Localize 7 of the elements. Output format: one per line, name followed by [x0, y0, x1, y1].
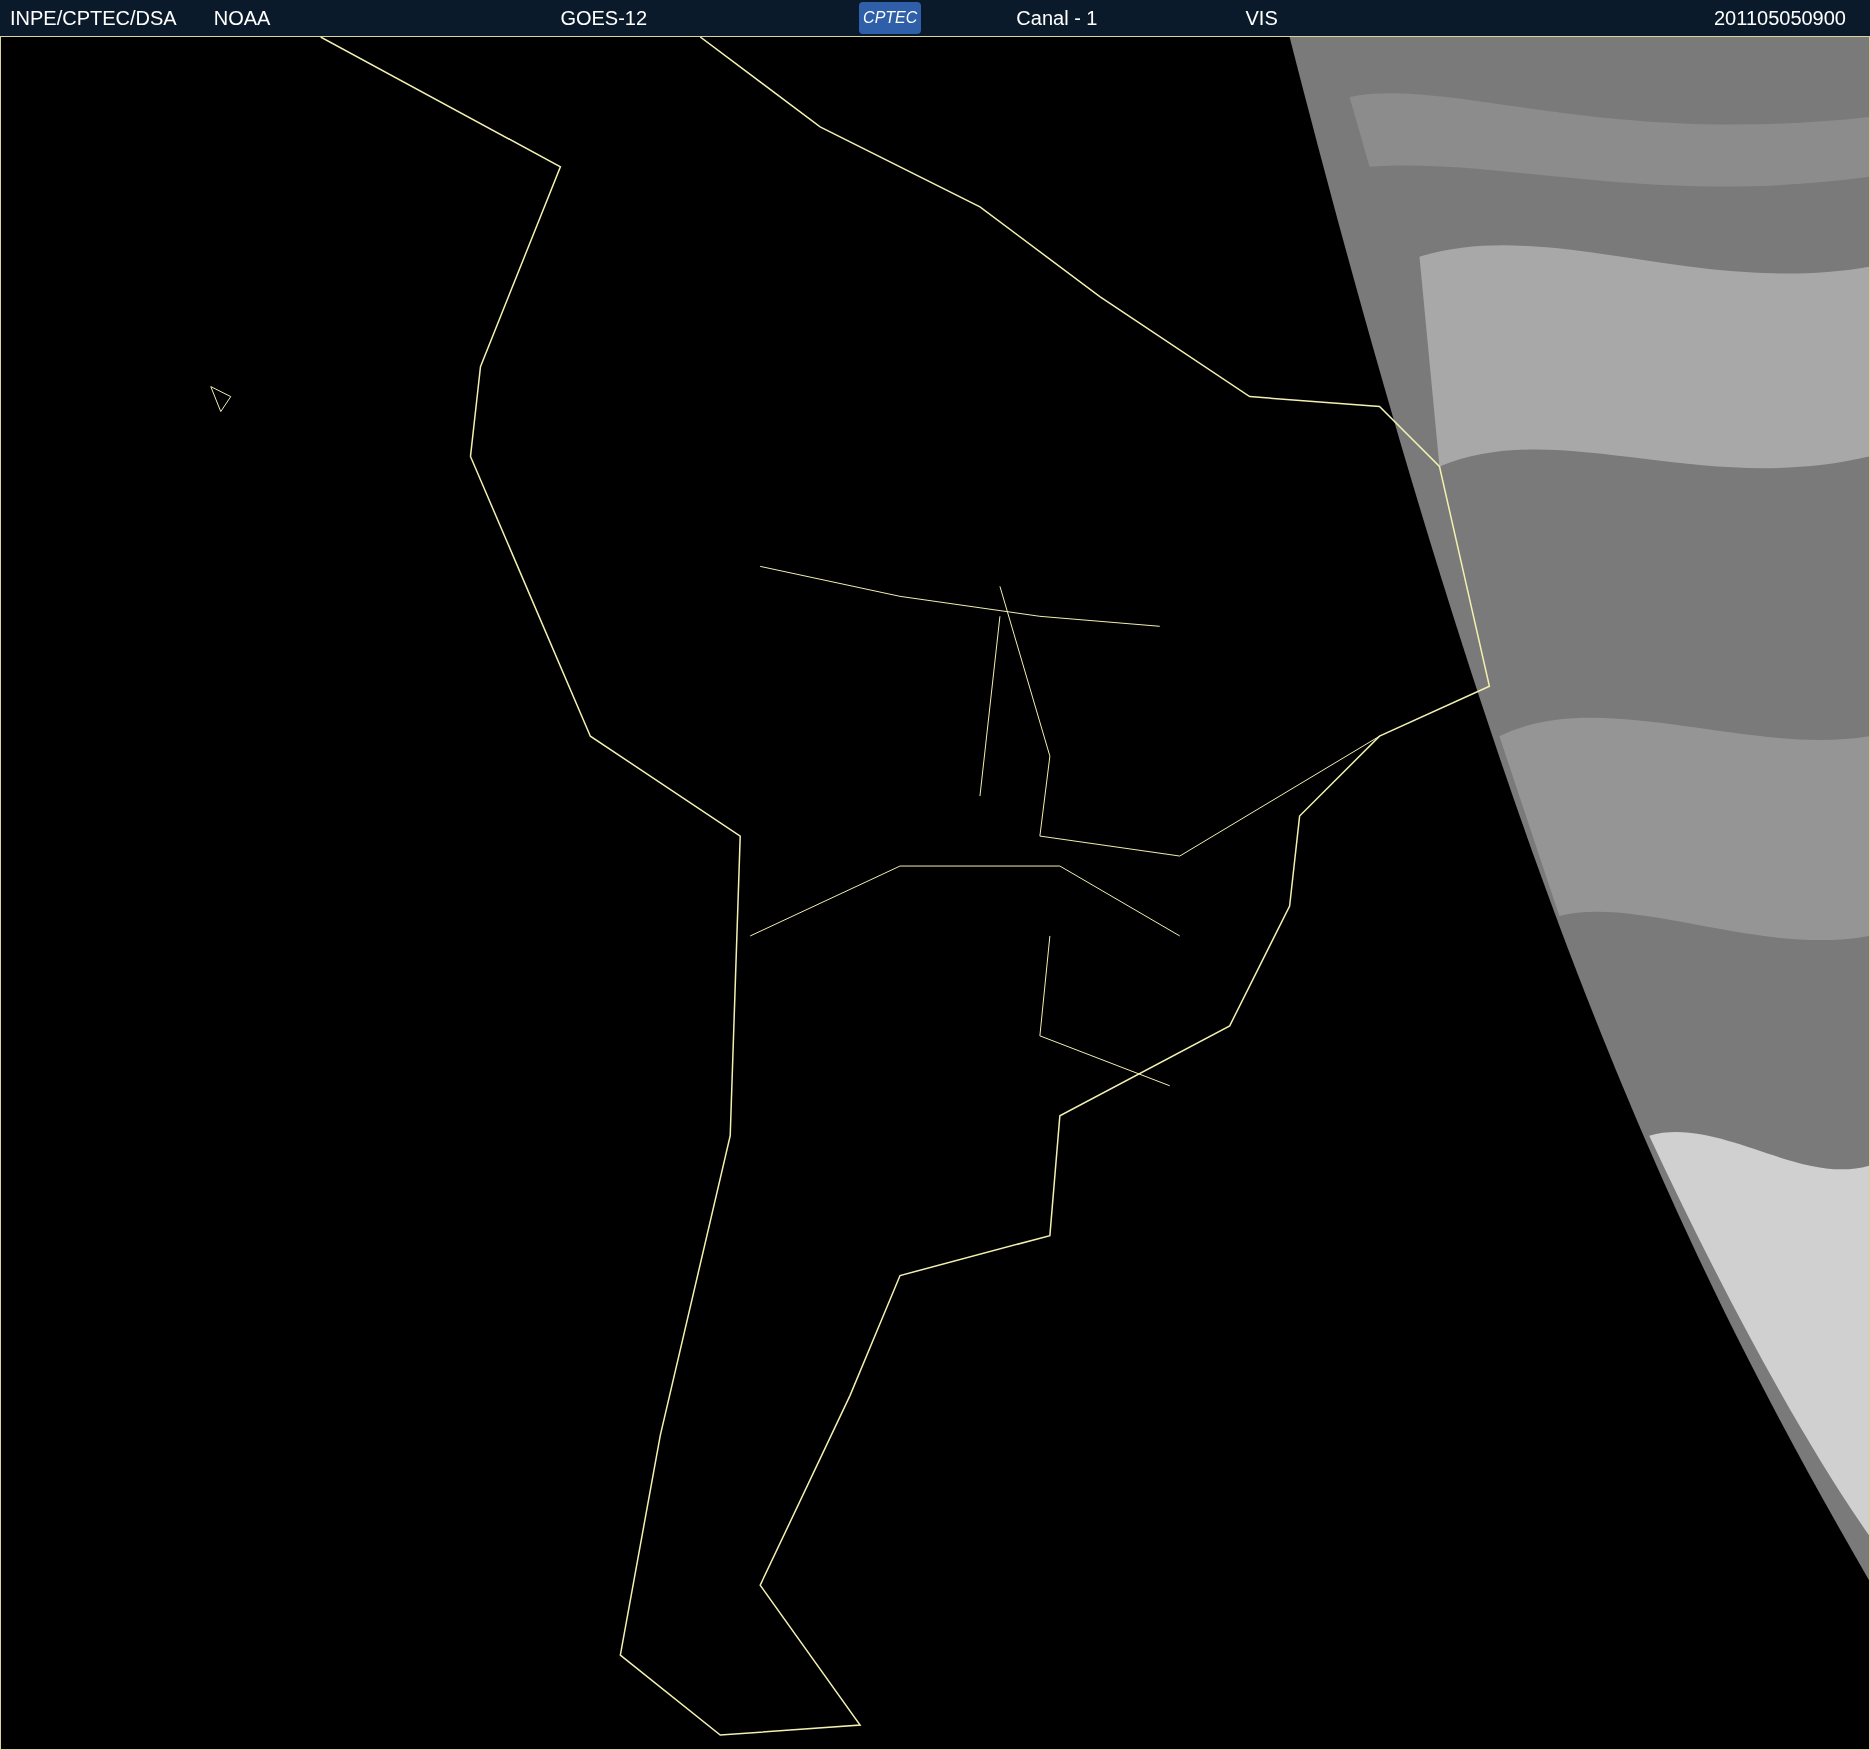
- logo: CPTEC: [859, 2, 922, 34]
- satellite-label: GOES-12: [560, 6, 648, 31]
- band-label: VIS: [1245, 6, 1278, 31]
- agency-label: INPE/CPTEC/DSA: [10, 6, 177, 31]
- source-label: NOAA: [213, 6, 271, 31]
- channel-label: Canal - 1: [1016, 6, 1098, 31]
- timestamp-label: 201105050900: [1714, 6, 1846, 31]
